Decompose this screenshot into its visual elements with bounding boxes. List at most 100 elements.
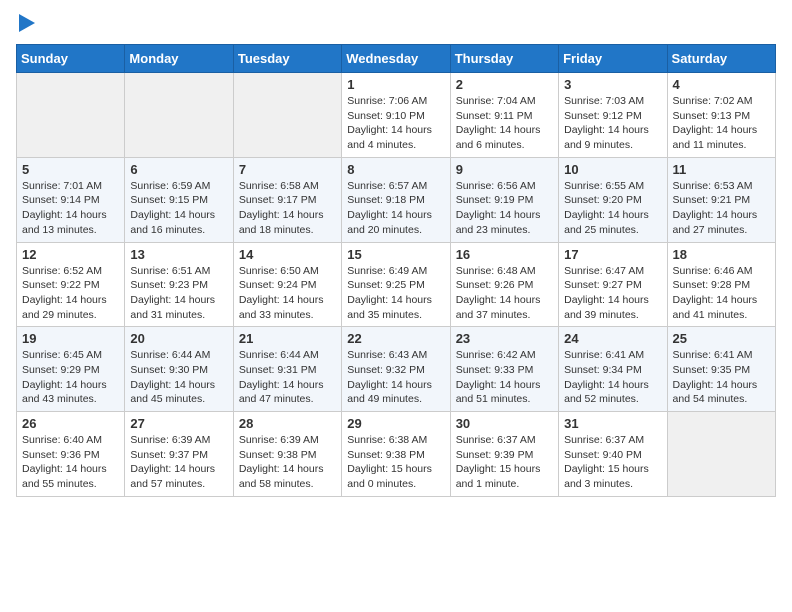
day-number: 24: [564, 331, 661, 346]
cell-info: Sunrise: 7:02 AMSunset: 9:13 PMDaylight:…: [673, 94, 770, 153]
calendar-cell: [125, 73, 233, 158]
calendar-cell: 30Sunrise: 6:37 AMSunset: 9:39 PMDayligh…: [450, 412, 558, 497]
day-number: 7: [239, 162, 336, 177]
day-number: 22: [347, 331, 444, 346]
day-number: 12: [22, 247, 119, 262]
cell-info: Sunrise: 6:53 AMSunset: 9:21 PMDaylight:…: [673, 179, 770, 238]
calendar-cell: 14 Sunrise: 6:50 AMSunset: 9:24 PMDayligh…: [233, 242, 341, 327]
cell-info: Sunrise: 6:39 AMSunset: 9:38 PMDaylight:…: [239, 433, 336, 492]
cell-info: Sunrise: 6:51 AMSunset: 9:23 PMDaylight:…: [130, 264, 227, 323]
calendar-cell: 11Sunrise: 6:53 AMSunset: 9:21 PMDayligh…: [667, 157, 775, 242]
cell-info: Sunrise: 6:48 AMSunset: 9:26 PMDaylight:…: [456, 264, 553, 323]
calendar-cell: 4 Sunrise: 7:02 AMSunset: 9:13 PMDaylight…: [667, 73, 775, 158]
calendar-cell: 22 Sunrise: 6:43 AMSunset: 9:32 PMDayligh…: [342, 327, 450, 412]
day-number: 20: [130, 331, 227, 346]
calendar-cell: 6Sunrise: 6:59 AMSunset: 9:15 PMDaylight…: [125, 157, 233, 242]
calendar-cell: 8Sunrise: 6:57 AMSunset: 9:18 PMDaylight…: [342, 157, 450, 242]
day-number: 14: [239, 247, 336, 262]
weekday-header-friday: Friday: [559, 45, 667, 73]
cell-info: Sunrise: 6:44 AMSunset: 9:30 PMDaylight:…: [130, 348, 227, 407]
calendar-cell: 23 Sunrise: 6:42 AMSunset: 9:33 PMDayligh…: [450, 327, 558, 412]
day-number: 31: [564, 416, 661, 431]
day-number: 3: [564, 77, 661, 92]
cell-info: Sunrise: 6:49 AMSunset: 9:25 PMDaylight:…: [347, 264, 444, 323]
cell-info: Sunrise: 6:41 AMSunset: 9:34 PMDaylight:…: [564, 348, 661, 407]
calendar-cell: 31 Sunrise: 6:37 AMSunset: 9:40 PMDayligh…: [559, 412, 667, 497]
calendar-week-2: 5Sunrise: 7:01 AMSunset: 9:14 PMDaylight…: [17, 157, 776, 242]
calendar-week-1: 1 Sunrise: 7:06 AMSunset: 9:10 PMDaylight…: [17, 73, 776, 158]
calendar-cell: 15 Sunrise: 6:49 AMSunset: 9:25 PMDayligh…: [342, 242, 450, 327]
calendar-cell: 13 Sunrise: 6:51 AMSunset: 9:23 PMDayligh…: [125, 242, 233, 327]
calendar-cell: 26Sunrise: 6:40 AMSunset: 9:36 PMDayligh…: [17, 412, 125, 497]
weekday-header-saturday: Saturday: [667, 45, 775, 73]
calendar-table: SundayMondayTuesdayWednesdayThursdayFrid…: [16, 44, 776, 497]
calendar-cell: 25 Sunrise: 6:41 AMSunset: 9:35 PMDayligh…: [667, 327, 775, 412]
weekday-header-sunday: Sunday: [17, 45, 125, 73]
calendar-cell: 3 Sunrise: 7:03 AMSunset: 9:12 PMDaylight…: [559, 73, 667, 158]
cell-info: Sunrise: 6:56 AMSunset: 9:19 PMDaylight:…: [456, 179, 553, 238]
cell-info: Sunrise: 6:50 AMSunset: 9:24 PMDaylight:…: [239, 264, 336, 323]
day-number: 21: [239, 331, 336, 346]
calendar-cell: 20 Sunrise: 6:44 AMSunset: 9:30 PMDayligh…: [125, 327, 233, 412]
day-number: 23: [456, 331, 553, 346]
calendar-cell: 18 Sunrise: 6:46 AMSunset: 9:28 PMDayligh…: [667, 242, 775, 327]
calendar-cell: [667, 412, 775, 497]
calendar-cell: 19 Sunrise: 6:45 AMSunset: 9:29 PMDayligh…: [17, 327, 125, 412]
calendar-week-4: 19 Sunrise: 6:45 AMSunset: 9:29 PMDayligh…: [17, 327, 776, 412]
day-number: 19: [22, 331, 119, 346]
day-number: 13: [130, 247, 227, 262]
calendar-cell: 5Sunrise: 7:01 AMSunset: 9:14 PMDaylight…: [17, 157, 125, 242]
cell-info: Sunrise: 6:37 AMSunset: 9:40 PMDaylight:…: [564, 433, 661, 492]
calendar-cell: 1 Sunrise: 7:06 AMSunset: 9:10 PMDaylight…: [342, 73, 450, 158]
day-number: 1: [347, 77, 444, 92]
cell-info: Sunrise: 6:44 AMSunset: 9:31 PMDaylight:…: [239, 348, 336, 407]
calendar-cell: 7 Sunrise: 6:58 AMSunset: 9:17 PMDaylight…: [233, 157, 341, 242]
day-number: 8: [347, 162, 444, 177]
weekday-header-tuesday: Tuesday: [233, 45, 341, 73]
calendar-cell: 29 Sunrise: 6:38 AMSunset: 9:38 PMDayligh…: [342, 412, 450, 497]
calendar-cell: [17, 73, 125, 158]
day-number: 4: [673, 77, 770, 92]
calendar-cell: 21 Sunrise: 6:44 AMSunset: 9:31 PMDayligh…: [233, 327, 341, 412]
cell-info: Sunrise: 6:45 AMSunset: 9:29 PMDaylight:…: [22, 348, 119, 407]
day-number: 9: [456, 162, 553, 177]
cell-info: Sunrise: 6:42 AMSunset: 9:33 PMDaylight:…: [456, 348, 553, 407]
day-number: 2: [456, 77, 553, 92]
page-header: [16, 16, 776, 32]
day-number: 18: [673, 247, 770, 262]
weekday-header-wednesday: Wednesday: [342, 45, 450, 73]
cell-info: Sunrise: 6:39 AMSunset: 9:37 PMDaylight:…: [130, 433, 227, 492]
day-number: 25: [673, 331, 770, 346]
logo: [16, 16, 35, 32]
cell-info: Sunrise: 6:43 AMSunset: 9:32 PMDaylight:…: [347, 348, 444, 407]
weekday-header-monday: Monday: [125, 45, 233, 73]
logo-triangle-icon: [19, 14, 35, 32]
calendar-cell: 17 Sunrise: 6:47 AMSunset: 9:27 PMDayligh…: [559, 242, 667, 327]
day-number: 27: [130, 416, 227, 431]
cell-info: Sunrise: 6:40 AMSunset: 9:36 PMDaylight:…: [22, 433, 119, 492]
day-number: 28: [239, 416, 336, 431]
day-number: 15: [347, 247, 444, 262]
day-number: 5: [22, 162, 119, 177]
cell-info: Sunrise: 6:41 AMSunset: 9:35 PMDaylight:…: [673, 348, 770, 407]
day-number: 6: [130, 162, 227, 177]
cell-info: Sunrise: 7:06 AMSunset: 9:10 PMDaylight:…: [347, 94, 444, 153]
calendar-cell: 10Sunrise: 6:55 AMSunset: 9:20 PMDayligh…: [559, 157, 667, 242]
cell-info: Sunrise: 6:58 AMSunset: 9:17 PMDaylight:…: [239, 179, 336, 238]
calendar-week-3: 12Sunrise: 6:52 AMSunset: 9:22 PMDayligh…: [17, 242, 776, 327]
day-number: 16: [456, 247, 553, 262]
cell-info: Sunrise: 6:38 AMSunset: 9:38 PMDaylight:…: [347, 433, 444, 492]
cell-info: Sunrise: 6:46 AMSunset: 9:28 PMDaylight:…: [673, 264, 770, 323]
calendar-cell: 16 Sunrise: 6:48 AMSunset: 9:26 PMDayligh…: [450, 242, 558, 327]
day-number: 10: [564, 162, 661, 177]
weekday-header-row: SundayMondayTuesdayWednesdayThursdayFrid…: [17, 45, 776, 73]
day-number: 29: [347, 416, 444, 431]
cell-info: Sunrise: 6:47 AMSunset: 9:27 PMDaylight:…: [564, 264, 661, 323]
calendar-cell: 28 Sunrise: 6:39 AMSunset: 9:38 PMDayligh…: [233, 412, 341, 497]
day-number: 17: [564, 247, 661, 262]
calendar-cell: 2 Sunrise: 7:04 AMSunset: 9:11 PMDaylight…: [450, 73, 558, 158]
cell-info: Sunrise: 7:03 AMSunset: 9:12 PMDaylight:…: [564, 94, 661, 153]
calendar-cell: 12Sunrise: 6:52 AMSunset: 9:22 PMDayligh…: [17, 242, 125, 327]
calendar-cell: 9 Sunrise: 6:56 AMSunset: 9:19 PMDaylight…: [450, 157, 558, 242]
cell-info: Sunrise: 7:04 AMSunset: 9:11 PMDaylight:…: [456, 94, 553, 153]
